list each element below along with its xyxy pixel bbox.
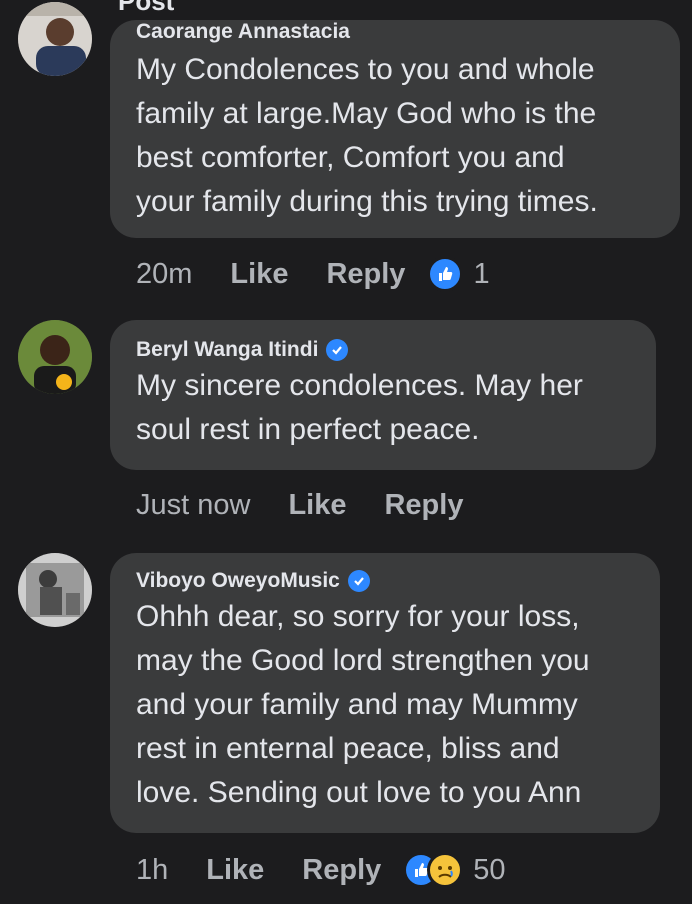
comment-time[interactable]: 1h [136, 854, 168, 887]
comment-actions: 1h Like Reply 50 [136, 852, 506, 888]
comment-line: your family during this trying times. [136, 185, 598, 218]
comment-text: My sincere condolences. May her soul res… [136, 364, 630, 452]
like-button[interactable]: Like [230, 258, 288, 291]
comment-line: love. Sending out love to you Ann [136, 776, 582, 809]
author-name[interactable]: Viboyo OweyoMusic [136, 569, 340, 593]
comment-time[interactable]: 20m [136, 258, 192, 291]
comment-bubble: Caorange Annastacia My Condolences to yo… [110, 20, 680, 238]
comment-author[interactable]: Caorange Annastacia [136, 20, 654, 44]
reply-button[interactable]: Reply [326, 258, 405, 291]
avatar-photo-icon [18, 553, 92, 627]
comment-line: rest in enternal peace, bliss and [136, 732, 560, 765]
reply-button[interactable]: Reply [302, 854, 381, 887]
comment-line: family at large.May God who is the [136, 97, 597, 130]
comment-author[interactable]: Beryl Wanga Itindi [136, 338, 630, 362]
like-reaction-icon[interactable] [427, 256, 464, 292]
comment-line: soul rest in perfect peace. [136, 413, 480, 446]
avatar-photo-icon [18, 320, 92, 394]
comment-line: best comforter, Comfort you and [136, 141, 565, 174]
like-button[interactable]: Like [206, 854, 264, 887]
comment-line: Ohhh dear, so sorry for your loss, [136, 600, 580, 633]
author-name[interactable]: Beryl Wanga Itindi [136, 338, 318, 362]
comment-line: My sincere condolences. May her [136, 369, 583, 402]
sad-reaction-icon[interactable] [427, 852, 464, 888]
avatar[interactable] [18, 320, 92, 394]
reaction-count[interactable]: 50 [473, 854, 505, 887]
reaction-count[interactable]: 1 [473, 258, 489, 291]
comment-text: My Condolences to you and whole family a… [136, 48, 654, 224]
reply-button[interactable]: Reply [384, 489, 463, 522]
comment-actions: Just now Like Reply [136, 489, 501, 522]
avatar[interactable] [18, 2, 92, 76]
comment-author[interactable]: Viboyo OweyoMusic [136, 569, 634, 593]
comment-line: and your family and may Mummy [136, 688, 578, 721]
verified-badge-icon [326, 339, 349, 361]
comment-time[interactable]: Just now [136, 489, 250, 522]
verified-badge-icon [347, 570, 370, 592]
like-button[interactable]: Like [288, 489, 346, 522]
author-name[interactable]: Caorange Annastacia [136, 20, 350, 44]
comment-bubble: Beryl Wanga Itindi My sincere condolence… [110, 320, 656, 470]
comment-text: Ohhh dear, so sorry for your loss, may t… [136, 595, 634, 815]
avatar[interactable] [18, 553, 92, 627]
comment-actions: 20m Like Reply 1 [136, 256, 490, 292]
comment-line: may the Good lord strengthen you [136, 644, 590, 677]
comment-line: My Condolences to you and whole [136, 53, 595, 86]
page-title: Post [118, 0, 175, 16]
avatar-photo-icon [18, 2, 92, 76]
comment-bubble: Viboyo OweyoMusic Ohhh dear, so sorry fo… [110, 553, 660, 833]
